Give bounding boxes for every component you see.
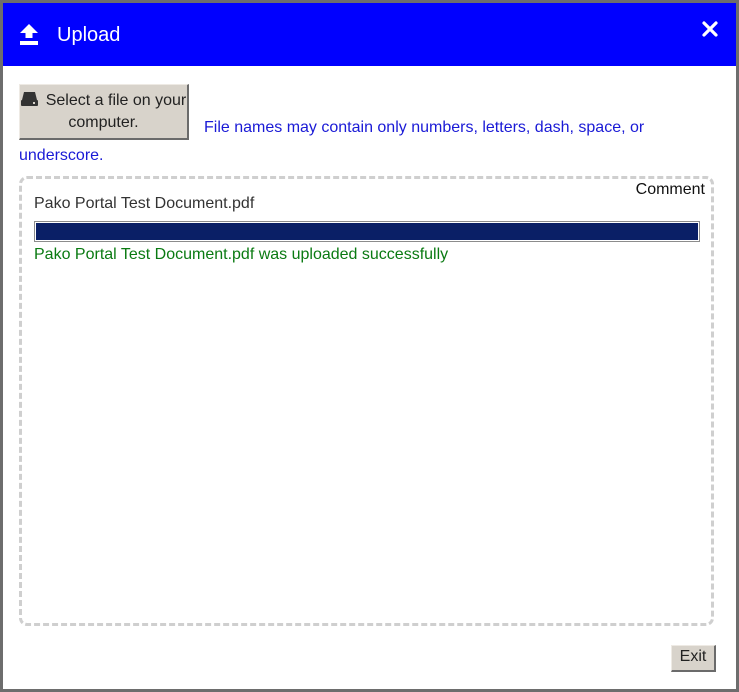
exit-button[interactable]: Exit — [671, 645, 716, 672]
close-icon[interactable] — [700, 19, 720, 39]
hard-drive-icon — [20, 91, 38, 106]
upload-progress-fill — [36, 223, 698, 240]
upload-status-message: Pako Portal Test Document.pdf was upload… — [34, 246, 449, 263]
upload-progress-bar — [34, 221, 700, 242]
title-bar: Upload — [3, 3, 736, 66]
file-name-hint: File names may contain only numbers, let… — [19, 119, 645, 164]
upload-dropzone[interactable]: Comment Pako Portal Test Document.pdf Pa… — [19, 176, 714, 626]
dialog-title: Upload — [57, 24, 121, 46]
comment-label: Comment — [635, 181, 705, 198]
upload-dialog: Upload Select a file on your computer. F… — [0, 0, 739, 692]
upload-icon — [18, 22, 40, 46]
uploaded-file-name: Pako Portal Test Document.pdf — [34, 195, 255, 212]
